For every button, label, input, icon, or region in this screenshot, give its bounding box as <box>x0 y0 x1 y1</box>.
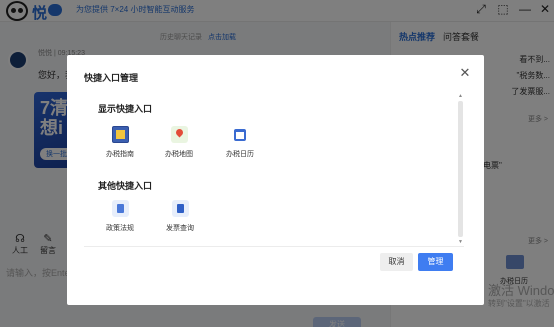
cancel-button[interactable]: 取消 <box>380 253 413 271</box>
calendar-icon <box>234 129 246 141</box>
invoice-icon <box>171 200 189 217</box>
shortcut-tax-calendar[interactable]: 办税日历 <box>220 126 260 159</box>
guide-icon <box>111 126 129 143</box>
shortcut-label: 发票查询 <box>166 225 194 232</box>
shortcut-policy[interactable]: 政策法规 <box>100 200 140 233</box>
dialog-scrollbar[interactable]: ▲ ▼ <box>458 93 463 245</box>
shortcut-label: 办税日历 <box>226 151 254 158</box>
shortcut-label: 办税地图 <box>165 151 193 158</box>
close-icon[interactable]: ✕ <box>459 65 471 81</box>
manage-button[interactable]: 管理 <box>418 253 453 271</box>
shortcut-label: 办税指南 <box>106 151 134 158</box>
shortcut-label: 政策法规 <box>106 225 134 232</box>
shortcut-invoice-query[interactable]: 发票查询 <box>160 200 200 233</box>
map-pin-icon <box>170 126 188 143</box>
footer-divider <box>84 246 464 247</box>
dialog-title: 快捷入口管理 <box>84 73 139 83</box>
scroll-thumb[interactable] <box>458 101 463 237</box>
shown-section-title: 显示快捷入口 <box>98 104 153 114</box>
shortcut-tax-guide[interactable]: 办税指南 <box>100 126 140 159</box>
policy-doc-icon <box>111 200 129 217</box>
scroll-down-icon[interactable]: ▼ <box>458 239 463 245</box>
other-section-title: 其他快捷入口 <box>98 181 153 191</box>
shortcut-manager-dialog: 快捷入口管理 ✕ 显示快捷入口 办税指南 办税地图 办税日历 其他快捷入口 政策… <box>67 55 484 305</box>
shortcut-tax-map[interactable]: 办税地图 <box>159 126 199 159</box>
scroll-up-icon[interactable]: ▲ <box>458 93 463 99</box>
